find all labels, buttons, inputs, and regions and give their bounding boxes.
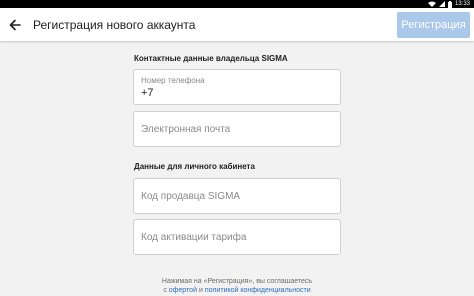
seller-code-field[interactable]: Код продавца SIGMA <box>133 178 341 214</box>
email-field[interactable]: Электронная почта <box>133 111 341 147</box>
email-field-placeholder: Электронная почта <box>141 124 231 135</box>
activation-code-placeholder: Код активации тарифа <box>141 232 247 243</box>
cabinet-section-title: Данные для личного кабинета <box>134 162 255 171</box>
privacy-policy-link[interactable]: политикой конфиденциальности <box>205 287 311 294</box>
consent-prefix: с <box>163 287 167 294</box>
status-bar: 13:33 <box>0 0 474 8</box>
activation-code-field[interactable]: Код активации тарифа <box>133 219 341 255</box>
page-title: Регистрация нового аккаунта <box>33 18 196 32</box>
phone-field-label: Номер телефона <box>141 76 205 85</box>
signal-icon <box>438 1 445 7</box>
wifi-icon <box>427 1 436 7</box>
phone-field[interactable]: Номер телефона +7 <box>133 69 341 105</box>
seller-code-placeholder: Код продавца SIGMA <box>141 191 241 202</box>
contact-section-title: Контактные данные владельца SIGMA <box>134 54 288 63</box>
consent-text: Нажимая на «Регистрация», вы соглашаетес… <box>0 277 474 295</box>
status-icons: 13:33 <box>427 0 470 8</box>
phone-field-value: +7 <box>141 87 154 99</box>
battery-icon <box>447 0 452 8</box>
back-button[interactable] <box>6 16 24 34</box>
arrow-left-icon <box>9 19 21 31</box>
register-button[interactable]: Регистрация <box>397 12 470 38</box>
consent-line-1: Нажимая на «Регистрация», вы соглашаетес… <box>161 278 313 285</box>
status-time: 13:33 <box>454 1 470 7</box>
consent-line-2: с офертой и политикой конфиденциальности <box>0 286 474 295</box>
offer-link[interactable]: офертой <box>169 287 197 294</box>
consent-and: и <box>198 287 203 294</box>
